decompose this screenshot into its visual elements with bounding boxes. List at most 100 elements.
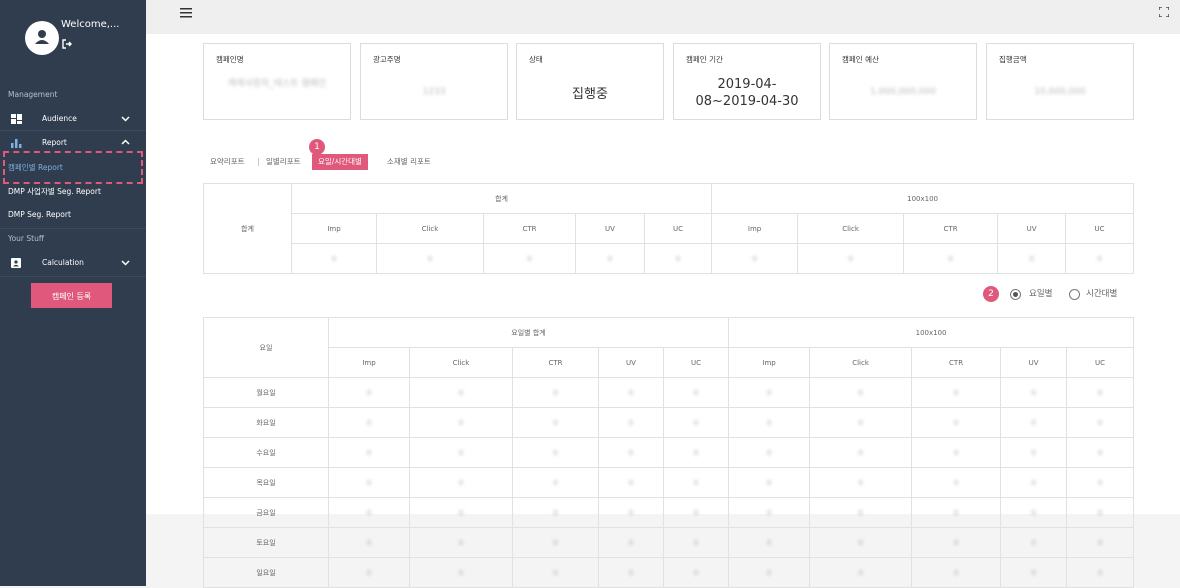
radio-by-day[interactable]	[1010, 289, 1021, 300]
table-cell: 0	[1066, 557, 1135, 588]
campaign-name-card: 캠페인명 캐캐사장자_테스트 캠페인	[203, 43, 351, 120]
table-cell: 0	[911, 467, 1002, 498]
card-value: 10,000,000	[1034, 87, 1086, 97]
period-line-2: 08~2019-04-30	[695, 94, 799, 109]
summary-row-label: 합계	[203, 183, 292, 274]
advertiser-card: 광고주명 1233	[360, 43, 508, 120]
tab-creative-report[interactable]: 소재별 리포트	[387, 154, 431, 170]
table-cell: 0	[328, 497, 410, 528]
table-cell: 0	[409, 497, 513, 528]
table-cell: 0	[512, 377, 599, 408]
summary-table: 합계 합계 100x100 Imp Click CTR UV UC Imp Cl…	[203, 183, 1135, 274]
fullscreen-icon[interactable]	[1159, 7, 1169, 17]
table-cell: 0	[728, 407, 811, 438]
chevron-down-icon	[121, 116, 130, 122]
card-title: 캠페인 예산	[842, 55, 879, 64]
campaign-period-card: 캠페인 기간 2019-04- 08~2019-04-30	[673, 43, 821, 120]
table-cell: 0	[1000, 557, 1068, 588]
annotation-badge-1: 1	[309, 139, 325, 155]
column-header: Imp	[328, 347, 410, 378]
table-cell: 0	[1066, 407, 1135, 438]
table-cell: 0	[809, 437, 913, 468]
table-cell: 0	[328, 377, 410, 408]
card-value: 캐캐사장자_테스트 캠페인	[227, 79, 327, 89]
menu-icon[interactable]	[180, 8, 192, 18]
table-cell: 0	[911, 497, 1002, 528]
table-row: 토요일 0 0 0 0 0 0 0 0 0 0	[203, 527, 1135, 558]
table-cell: 0	[997, 243, 1067, 274]
tab-summary-report[interactable]: 요약리포트	[210, 154, 245, 170]
table-cell: 0	[797, 243, 905, 274]
logout-icon[interactable]	[61, 38, 73, 50]
column-header: Imp	[711, 213, 799, 244]
table-cell: 0	[598, 527, 664, 558]
table-cell: 0	[409, 557, 513, 588]
user-icon	[35, 30, 49, 44]
day-label: 토요일	[203, 527, 329, 558]
table-cell: 0	[328, 557, 410, 588]
table-cell: 0	[1066, 437, 1135, 468]
table-cell: 0	[662, 467, 730, 498]
table-cell: 0	[911, 527, 1002, 558]
column-header: Imp	[291, 213, 377, 244]
table-cell: 0	[809, 497, 913, 528]
bar-chart-icon	[11, 139, 22, 148]
table-cell: 0	[728, 497, 811, 528]
table-cell: 0	[728, 437, 811, 468]
tab-day-time-report[interactable]: 요일/시간대별	[312, 154, 368, 170]
table-cell: 0	[512, 407, 599, 438]
radio-label: 요일별	[1029, 289, 1053, 299]
table-cell: 0	[512, 437, 599, 468]
card-value: 1233	[422, 87, 446, 97]
sidebar-item-audience[interactable]: Audience	[0, 108, 146, 130]
table-cell: 0	[809, 557, 913, 588]
tab-divider	[258, 158, 259, 166]
avatar[interactable]	[25, 21, 59, 55]
column-header: UV	[575, 213, 645, 244]
day-group-total: 요일별 합계	[327, 317, 730, 348]
radio-by-time[interactable]	[1069, 289, 1080, 300]
table-cell: 0	[1000, 497, 1068, 528]
sidebar-subitem-dmp-vendor-report[interactable]: DMP 사업자별 Seg. Report	[8, 186, 101, 197]
tab-daily-report[interactable]: 일별리포트	[266, 154, 301, 170]
sidebar-subitem-campaign-report[interactable]: 캠페인별 Report	[8, 162, 63, 173]
card-title: 상태	[529, 55, 543, 64]
table-cell: 0	[911, 407, 1002, 438]
day-label: 일요일	[203, 557, 329, 588]
table-cell: 0	[409, 437, 513, 468]
table-cell: 0	[483, 243, 576, 274]
divider	[0, 276, 146, 277]
table-cell: 0	[1066, 467, 1135, 498]
table-row: 목요일 0 0 0 0 0 0 0 0 0 0	[203, 467, 1135, 498]
sidebar-item-calculation[interactable]: Calculation	[0, 252, 146, 274]
table-cell: 0	[409, 527, 513, 558]
table-cell: 0	[903, 243, 999, 274]
topbar	[146, 0, 1180, 34]
table-cell: 0	[1065, 243, 1135, 274]
card-title: 집행금액	[999, 55, 1027, 64]
day-label: 수요일	[203, 437, 329, 468]
table-cell: 0	[1000, 467, 1068, 498]
table-cell: 0	[409, 377, 513, 408]
table-cell: 0	[1000, 527, 1068, 558]
column-header: UC	[662, 347, 730, 378]
table-cell: 0	[409, 467, 513, 498]
register-campaign-button[interactable]: 캠페인 등록	[31, 283, 112, 308]
chevron-up-icon	[121, 139, 130, 145]
sidebar-item-report[interactable]: Report	[0, 132, 146, 154]
sidebar-item-label: Audience	[42, 114, 77, 123]
table-cell: 0	[809, 527, 913, 558]
column-header: Click	[409, 347, 513, 378]
table-cell: 0	[911, 377, 1002, 408]
sidebar-item-label: Report	[42, 138, 67, 147]
table-cell: 0	[911, 557, 1002, 588]
dashboard-icon	[11, 114, 22, 124]
table-cell: 0	[662, 377, 730, 408]
annotation-badge-2: 2	[983, 286, 999, 302]
table-cell: 0	[512, 497, 599, 528]
sidebar-subitem-dmp-seg-report[interactable]: DMP Seg. Report	[8, 210, 71, 219]
radio-label: 시간대별	[1086, 289, 1118, 299]
period-line-1: 2019-04-	[717, 77, 777, 92]
table-cell: 0	[662, 407, 730, 438]
table-cell: 0	[512, 557, 599, 588]
